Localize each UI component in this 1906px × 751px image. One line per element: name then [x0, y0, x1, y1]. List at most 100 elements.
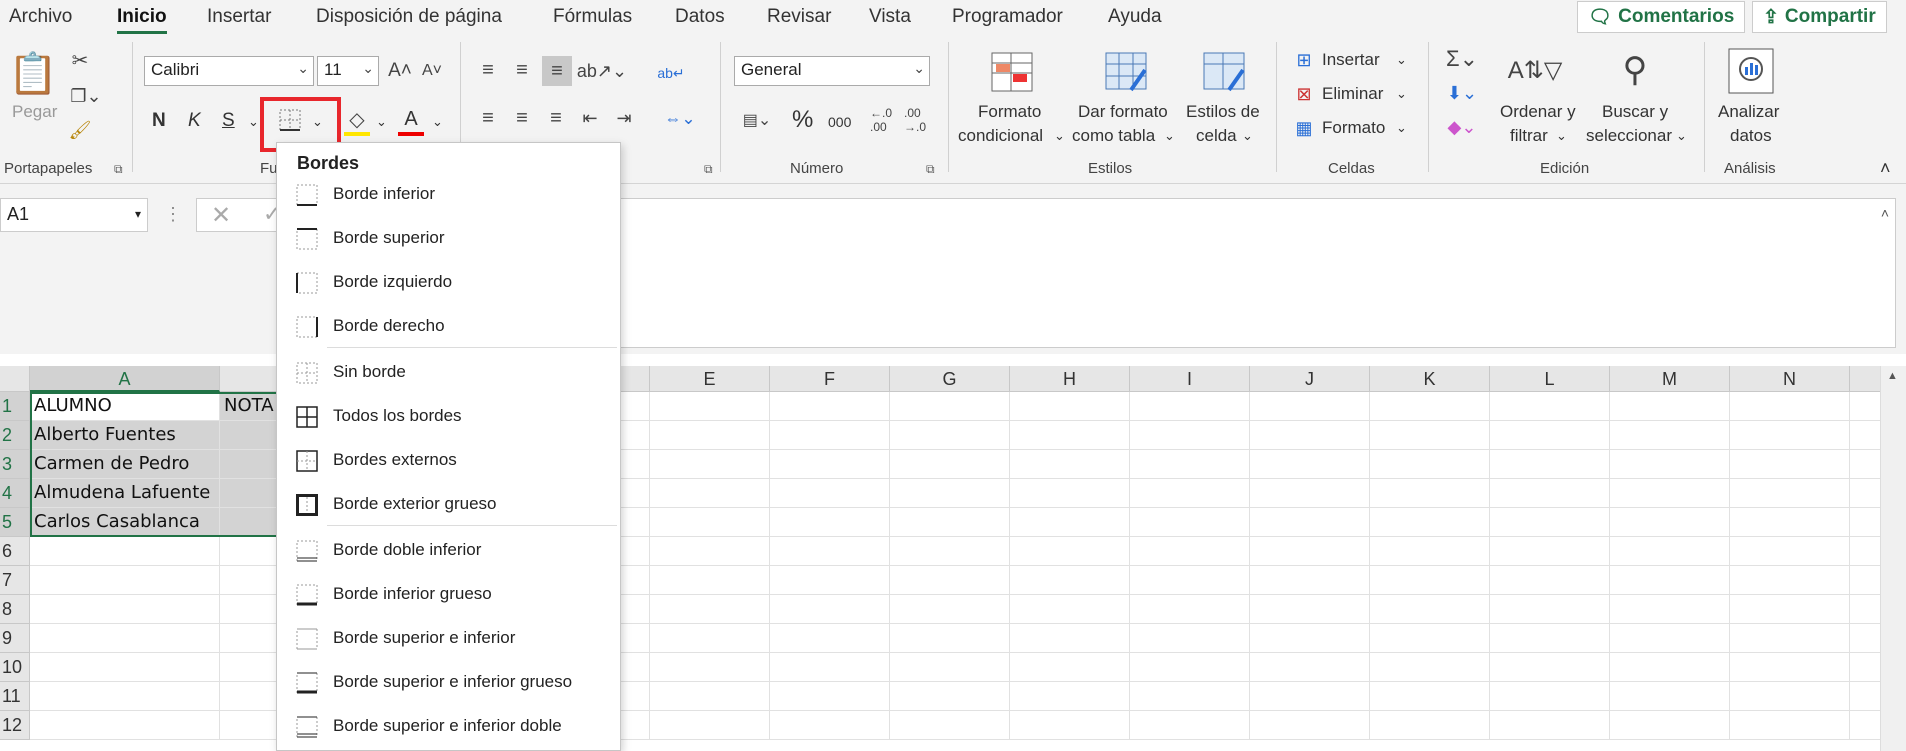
cell-i6[interactable]	[1130, 537, 1250, 566]
cond-format-line2[interactable]: condicional	[958, 124, 1043, 148]
cell-e8[interactable]	[650, 595, 770, 624]
align-left-icon[interactable]: ≡	[476, 106, 500, 130]
find-select-line2[interactable]: seleccionar	[1586, 124, 1672, 148]
font-color-icon[interactable]: A	[398, 106, 424, 136]
cell-i11[interactable]	[1130, 682, 1250, 711]
increase-font-icon[interactable]: A˄	[386, 56, 414, 86]
borders-menu-item[interactable]: Borde superior e inferior	[277, 619, 620, 659]
cell-n1[interactable]	[1730, 392, 1850, 421]
cell-f10[interactable]	[770, 653, 890, 682]
cell-e6[interactable]	[650, 537, 770, 566]
cell-j7[interactable]	[1250, 566, 1370, 595]
sort-filter-line1[interactable]: Ordenar y	[1500, 100, 1576, 124]
cell-m1[interactable]	[1610, 392, 1730, 421]
cell-l7[interactable]	[1490, 566, 1610, 595]
cell-k9[interactable]	[1370, 624, 1490, 653]
font-size-select[interactable]: 11 ⌄	[317, 56, 379, 86]
cell-m9[interactable]	[1610, 624, 1730, 653]
cell-styles-icon[interactable]	[1202, 50, 1248, 94]
cell-g7[interactable]	[890, 566, 1010, 595]
clear-icon[interactable]: ◆⌄	[1440, 114, 1484, 140]
sort-filter-icon[interactable]: A⇅▽	[1508, 48, 1563, 92]
cell-n7[interactable]	[1730, 566, 1850, 595]
find-select-line1[interactable]: Buscar y	[1602, 100, 1668, 124]
cell-g3[interactable]	[890, 450, 1010, 479]
cell-a7[interactable]	[30, 566, 220, 595]
cell-k5[interactable]	[1370, 508, 1490, 537]
cell-n4[interactable]	[1730, 479, 1850, 508]
autosum-icon[interactable]: Σ⌄	[1440, 46, 1484, 72]
cell-i9[interactable]	[1130, 624, 1250, 653]
cell-h3[interactable]	[1010, 450, 1130, 479]
cell-styles-line1[interactable]: Estilos de	[1186, 100, 1260, 124]
analyze-data-line2[interactable]: datos	[1730, 124, 1772, 148]
cell-h7[interactable]	[1010, 566, 1130, 595]
cell-m2[interactable]	[1610, 421, 1730, 450]
cell-e1[interactable]	[650, 392, 770, 421]
cell-f4[interactable]	[770, 479, 890, 508]
cell-k4[interactable]	[1370, 479, 1490, 508]
delete-cells-button[interactable]: Eliminar	[1322, 84, 1383, 104]
column-header-g[interactable]: G	[890, 366, 1010, 392]
analyze-data-icon[interactable]	[1726, 46, 1776, 96]
collapse-ribbon-icon[interactable]: ˄	[1880, 158, 1891, 179]
column-header-l[interactable]: L	[1490, 366, 1610, 392]
cell-g11[interactable]	[890, 682, 1010, 711]
row-header-12[interactable]: 12	[0, 711, 30, 740]
cell-l3[interactable]	[1490, 450, 1610, 479]
tab-formulas[interactable]: Fórmulas	[553, 6, 632, 28]
cell-l11[interactable]	[1490, 682, 1610, 711]
cell-g12[interactable]	[890, 711, 1010, 740]
cell-j3[interactable]	[1250, 450, 1370, 479]
table-format-icon[interactable]	[1104, 50, 1150, 94]
cell-n2[interactable]	[1730, 421, 1850, 450]
delete-cells-icon[interactable]: ⊠	[1292, 82, 1316, 106]
cell-e7[interactable]	[650, 566, 770, 595]
row-header-3[interactable]: 3	[0, 450, 30, 479]
borders-menu-item[interactable]: Borde superior e inferior grueso	[277, 663, 620, 703]
analyze-data-line1[interactable]: Analizar	[1718, 100, 1779, 124]
tab-inicio[interactable]: Inicio	[117, 6, 167, 34]
tab-disposicion[interactable]: Disposición de página	[316, 6, 502, 28]
cell-i2[interactable]	[1130, 421, 1250, 450]
decrease-font-icon[interactable]: A˅	[418, 56, 446, 86]
cell-f8[interactable]	[770, 595, 890, 624]
cell-f1[interactable]	[770, 392, 890, 421]
cell-l2[interactable]	[1490, 421, 1610, 450]
cell-f7[interactable]	[770, 566, 890, 595]
chevron-down-icon[interactable]: ⌄	[1396, 120, 1407, 136]
formula-input[interactable]: ˄	[600, 198, 1896, 348]
italic-button[interactable]: K	[188, 110, 201, 132]
cell-g2[interactable]	[890, 421, 1010, 450]
cell-j11[interactable]	[1250, 682, 1370, 711]
borders-menu-item[interactable]: Borde doble inferior	[277, 531, 620, 571]
tab-datos[interactable]: Datos	[675, 6, 725, 28]
cell-e10[interactable]	[650, 653, 770, 682]
cell-l9[interactable]	[1490, 624, 1610, 653]
cell-j9[interactable]	[1250, 624, 1370, 653]
fill-icon[interactable]: ⬇⌄	[1440, 80, 1484, 106]
clipboard-launcher-icon[interactable]: ⧉	[114, 162, 123, 177]
alignment-launcher-icon[interactable]: ⧉	[704, 162, 713, 177]
column-header-j[interactable]: J	[1250, 366, 1370, 392]
cell-g6[interactable]	[890, 537, 1010, 566]
cell-i4[interactable]	[1130, 479, 1250, 508]
underline-button[interactable]: S	[222, 110, 235, 132]
cell-i1[interactable]	[1130, 392, 1250, 421]
cell-g8[interactable]	[890, 595, 1010, 624]
increase-indent-icon[interactable]: ⇥	[612, 106, 636, 130]
row-header-4[interactable]: 4	[0, 479, 30, 508]
cell-a8[interactable]	[30, 595, 220, 624]
cell-a6[interactable]	[30, 537, 220, 566]
copy-icon[interactable]: ❐⌄	[66, 84, 106, 108]
cell-k1[interactable]	[1370, 392, 1490, 421]
cell-e12[interactable]	[650, 711, 770, 740]
cell-m7[interactable]	[1610, 566, 1730, 595]
cell-l12[interactable]	[1490, 711, 1610, 740]
cell-l1[interactable]	[1490, 392, 1610, 421]
cell-j2[interactable]	[1250, 421, 1370, 450]
cell-g4[interactable]	[890, 479, 1010, 508]
cell-n9[interactable]	[1730, 624, 1850, 653]
cell-l8[interactable]	[1490, 595, 1610, 624]
cell-e2[interactable]	[650, 421, 770, 450]
